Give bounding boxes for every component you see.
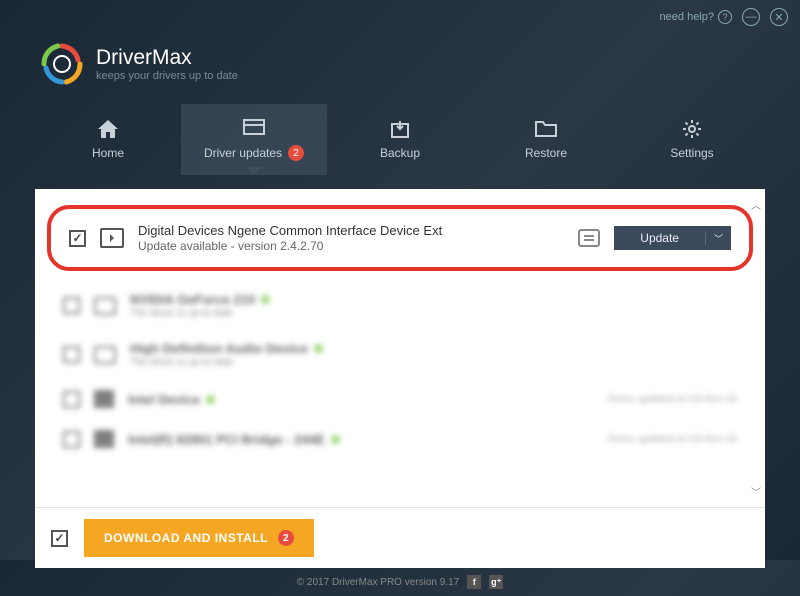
nav-label: Settings: [670, 146, 713, 160]
nav-label: Backup: [380, 146, 420, 160]
backup-icon: [389, 119, 411, 139]
driver-name: High Definition Audio Device: [130, 341, 308, 356]
nav-label: Restore: [525, 146, 567, 160]
home-icon: [97, 119, 119, 139]
driver-date: Driver updated on 03-Nov-16: [608, 434, 737, 445]
driver-checkbox[interactable]: [63, 431, 80, 448]
update-button[interactable]: Update ﹀: [614, 226, 731, 250]
nav-settings[interactable]: Settings: [619, 104, 765, 175]
close-button[interactable]: ✕: [770, 8, 788, 26]
driver-row: Intel(R) 82801 PCI Bridge - 244E Driver …: [47, 419, 753, 459]
chevron-down-icon[interactable]: ﹀: [705, 231, 731, 245]
status-dot-icon: [206, 395, 215, 404]
details-icon[interactable]: [578, 229, 600, 247]
download-install-button[interactable]: DOWNLOAD AND INSTALL 2: [84, 519, 314, 557]
nav-label: Driver updates: [204, 146, 282, 160]
gear-icon: [681, 119, 703, 139]
driver-name: Intel(R) 82801 PCI Bridge - 244E: [128, 432, 325, 447]
status-dot-icon: [261, 295, 270, 304]
help-link[interactable]: need help?: [660, 10, 732, 24]
nav-driver-updates[interactable]: Driver updates 2: [181, 104, 327, 175]
driver-name: Intel Device: [128, 392, 200, 407]
driver-name: Digital Devices Ngene Common Interface D…: [138, 223, 564, 238]
device-type-icon: [94, 390, 114, 408]
app-logo-icon: [40, 42, 84, 86]
driver-date: Driver updated on 03-Nov-16: [608, 394, 737, 405]
action-bar: DOWNLOAD AND INSTALL 2: [35, 507, 765, 568]
scroll-down-icon[interactable]: ﹀: [751, 484, 761, 499]
updates-badge: 2: [288, 145, 304, 161]
copyright: © 2017 DriverMax PRO version 9.17: [297, 577, 459, 588]
minimize-button[interactable]: —: [742, 8, 760, 26]
driver-list: ︿ Digital Devices Ngene Common Interface…: [35, 189, 765, 507]
driver-status: The driver is up-to-date: [130, 357, 737, 368]
nav-home[interactable]: Home: [35, 104, 181, 175]
nav-restore[interactable]: Restore: [473, 104, 619, 175]
device-type-icon: [94, 430, 114, 448]
driver-row: NVIDIA GeForce 210The driver is up-to-da…: [47, 281, 753, 330]
update-label: Update: [614, 231, 705, 245]
driver-checkbox[interactable]: [63, 297, 80, 314]
driver-row: High Definition Audio DeviceThe driver i…: [47, 330, 753, 379]
app-tagline: keeps your drivers up to date: [96, 70, 238, 82]
facebook-icon[interactable]: f: [467, 575, 481, 589]
brand-header: DriverMax keeps your drivers up to date: [0, 34, 800, 104]
driver-name: NVIDIA GeForce 210: [130, 292, 255, 307]
device-type-icon: [94, 297, 116, 315]
driver-checkbox[interactable]: [69, 230, 86, 247]
app-title: DriverMax: [96, 46, 238, 70]
driver-row: Intel Device Driver updated on 03-Nov-16: [47, 379, 753, 419]
driver-status: Update available - version 2.4.2.70: [138, 239, 564, 253]
main-nav: Home Driver updates 2 Backup Restore Sett…: [0, 104, 800, 175]
driver-checkbox[interactable]: [63, 391, 80, 408]
googleplus-icon[interactable]: g⁺: [489, 575, 503, 589]
updates-icon: [243, 118, 265, 138]
device-type-icon: [94, 346, 116, 364]
select-all-checkbox[interactable]: [51, 530, 68, 547]
status-dot-icon: [314, 344, 323, 353]
nav-backup[interactable]: Backup: [327, 104, 473, 175]
footer: © 2017 DriverMax PRO version 9.17 f g⁺: [0, 568, 800, 596]
status-dot-icon: [331, 435, 340, 444]
scroll-up-icon[interactable]: ︿: [751, 197, 761, 212]
nav-label: Home: [92, 146, 124, 160]
device-type-icon: [100, 228, 124, 248]
driver-row-highlighted: Digital Devices Ngene Common Interface D…: [47, 205, 753, 271]
restore-icon: [535, 119, 557, 139]
download-badge: 2: [278, 530, 294, 546]
driver-checkbox[interactable]: [63, 346, 80, 363]
download-label: DOWNLOAD AND INSTALL: [104, 531, 268, 545]
driver-status: The driver is up-to-date: [130, 308, 737, 319]
